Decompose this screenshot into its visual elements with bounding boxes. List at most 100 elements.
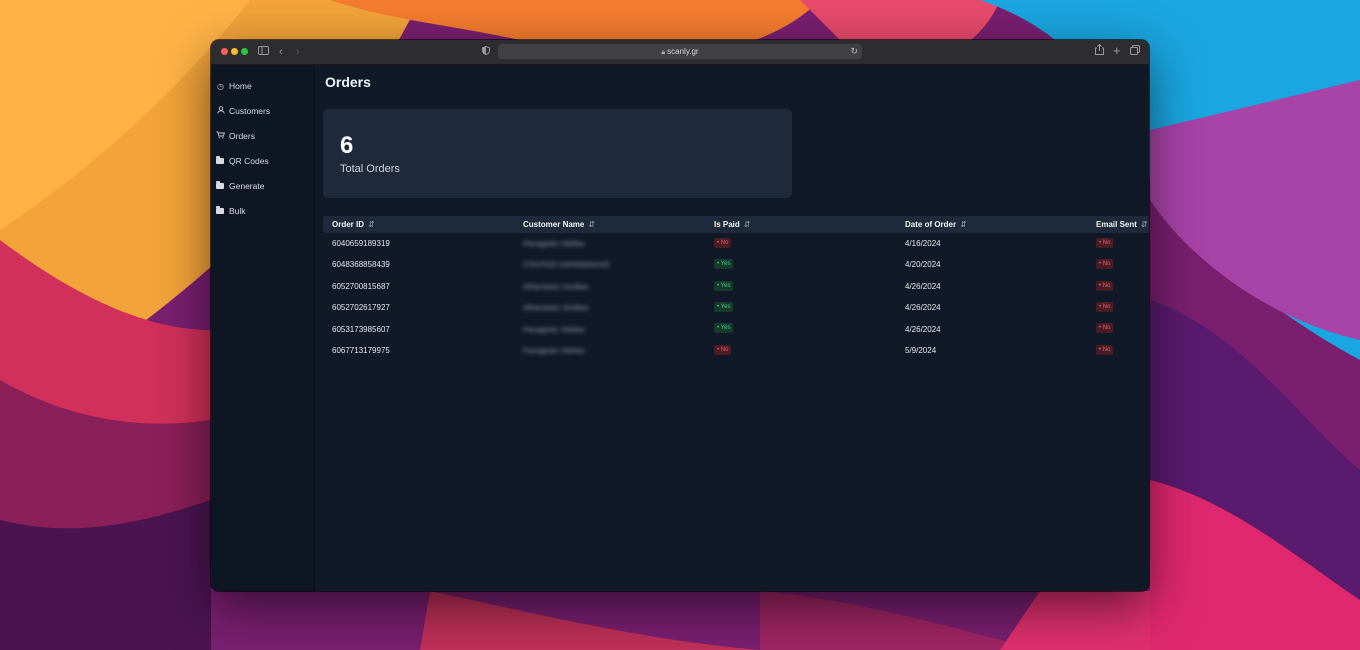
total-orders-label: Total Orders [340,163,400,175]
status-badge: • No [1096,259,1114,270]
column-header-customer-name[interactable]: Customer Name ⇵ [523,216,595,233]
sidebar-item-label: Generate [229,181,265,191]
total-orders-card: 6 Total Orders [323,109,792,198]
customer-name-cell: Panagiotis Vlahlas [523,345,585,355]
status-badge-label: Yes [720,261,731,268]
folder-icon [216,181,224,189]
reload-icon[interactable]: ↻ [850,44,858,59]
column-header-email-sent[interactable]: Email Sent ⇵ [1096,216,1148,233]
browser-toolbar: ‹ › 🔒︎ scanly.gr ↻ + [211,40,1149,65]
sidebar-item-bulk[interactable]: Bulk [216,204,246,218]
column-header-label: Email Sent [1096,220,1137,229]
address-bar[interactable]: 🔒︎ scanly.gr ↻ [498,44,862,59]
status-badge: • Yes [714,323,734,334]
table-row[interactable]: 6067713179975 Panagiotis Vlahlas • No 5/… [323,340,1149,361]
user-icon [216,105,225,119]
status-badge-label: Yes [720,282,731,289]
column-header-label: Order ID [332,220,365,229]
date-cell: 4/26/2024 [905,281,941,291]
customer-name-cell: Athanasios Voulitas [523,303,589,313]
status-badge: • No [714,237,732,248]
status-badge-label: Yes [720,325,731,332]
status-badge: • No [1096,344,1114,355]
column-header-label: Is Paid [714,220,740,229]
email-sent-cell: • No [1096,233,1114,254]
new-tab-icon[interactable]: + [1113,43,1121,59]
minimize-window-button[interactable] [231,48,238,55]
is-paid-cell: • Yes [714,254,734,275]
email-sent-cell: • No [1096,297,1114,318]
column-header-label: Customer Name [523,220,585,229]
table-row[interactable]: 6053173985607 Panagiotis Vlahlas • Yes 4… [323,319,1149,340]
sidebar-item-home[interactable]: ◷ Home [216,79,252,93]
zoom-window-button[interactable] [241,48,248,55]
status-badge-label: Yes [720,304,731,311]
sidebar-item-orders[interactable]: Orders [216,129,255,143]
customer-name-cell: Panagiotis Vlahlas [523,324,585,334]
clock-icon: ◷ [217,82,224,91]
table-header: Order ID ⇵ Customer Name ⇵ Is Paid ⇵ Date o… [323,216,1149,233]
sort-icon[interactable]: ⇵ [368,220,375,229]
sidebar-item-label: Home [229,81,252,91]
folder-icon [216,156,224,164]
email-sent-cell: • No [1096,319,1114,340]
sidebar-item-label: Customers [229,106,271,116]
share-icon[interactable] [1095,43,1104,60]
sidebar-item-generate[interactable]: Generate [216,179,264,193]
status-badge: • No [1096,323,1114,334]
order-id-cell: 6053173985607 [332,324,390,334]
column-header-date-of-order[interactable]: Date of Order ⇵ [905,216,967,233]
date-cell: 5/9/2024 [905,345,937,355]
status-badge: • No [1096,280,1114,291]
sort-icon[interactable]: ⇵ [588,220,595,229]
table-row[interactable]: 6048368858439 ΣΤΑΥΡΟΣ ΚΑΡΑΜΑΝΛΗΣ • Yes 4… [323,254,1149,275]
table-row[interactable]: 6040659189319 Panagiotis Vlahlas • No 4/… [323,233,1149,254]
browser-window: ‹ › 🔒︎ scanly.gr ↻ + ◷ Home Customers Or… [211,40,1149,591]
privacy-shield-icon[interactable] [482,44,490,60]
order-id-cell: 6048368858439 [332,260,390,270]
column-header-label: Date of Order [905,220,957,229]
is-paid-cell: • Yes [714,276,734,297]
order-id-cell: 6067713179975 [332,345,390,355]
customer-name-cell: Athanasios Voulitas [523,281,589,291]
sort-icon[interactable]: ⇵ [744,220,751,229]
forward-icon[interactable]: › [296,44,300,60]
tab-overview-icon[interactable] [1130,44,1140,60]
sidebar-toggle-icon[interactable] [258,44,269,60]
cart-icon [216,130,225,144]
sidebar-item-label: QR Codes [229,156,269,166]
customer-name-cell: ΣΤΑΥΡΟΣ ΚΑΡΑΜΑΝΛΗΣ [523,260,610,270]
column-header-is-paid[interactable]: Is Paid ⇵ [714,216,751,233]
date-cell: 4/26/2024 [905,303,941,313]
is-paid-cell: • Yes [714,319,734,340]
sidebar-item-label: Bulk [229,206,246,216]
sort-icon[interactable]: ⇵ [1141,220,1148,229]
sidebar-item-customers[interactable]: Customers [216,104,270,118]
status-badge: • Yes [714,259,734,270]
order-id-cell: 6052700815687 [332,281,390,291]
sort-icon[interactable]: ⇵ [960,220,967,229]
table-row[interactable]: 6052702617927 Athanasios Voulitas • Yes … [323,297,1149,318]
page-title: Orders [325,74,371,90]
status-badge: • Yes [714,302,734,313]
date-cell: 4/26/2024 [905,324,941,334]
email-sent-cell: • No [1096,340,1114,361]
status-badge-label: No [1102,304,1111,311]
date-cell: 4/16/2024 [905,239,941,248]
status-badge: • Yes [714,280,734,291]
sidebar-item-qr-codes[interactable]: QR Codes [216,154,269,168]
status-badge: • No [714,344,732,355]
is-paid-cell: • No [714,233,732,254]
table-row[interactable]: 6052700815687 Athanasios Voulitas • Yes … [323,276,1149,297]
date-cell: 4/20/2024 [905,260,941,270]
orders-table: Order ID ⇵ Customer Name ⇵ Is Paid ⇵ Date o… [323,216,1149,361]
status-badge-label: No [720,346,729,353]
column-header-order-id[interactable]: Order ID ⇵ [332,216,375,233]
status-badge-label: No [1102,261,1111,268]
back-icon[interactable]: ‹ [279,44,283,60]
status-badge-label: No [1102,325,1111,332]
total-orders-value: 6 [340,132,354,159]
order-id-cell: 6052702617927 [332,303,390,313]
sidebar-item-label: Orders [229,131,255,141]
close-window-button[interactable] [221,48,228,55]
